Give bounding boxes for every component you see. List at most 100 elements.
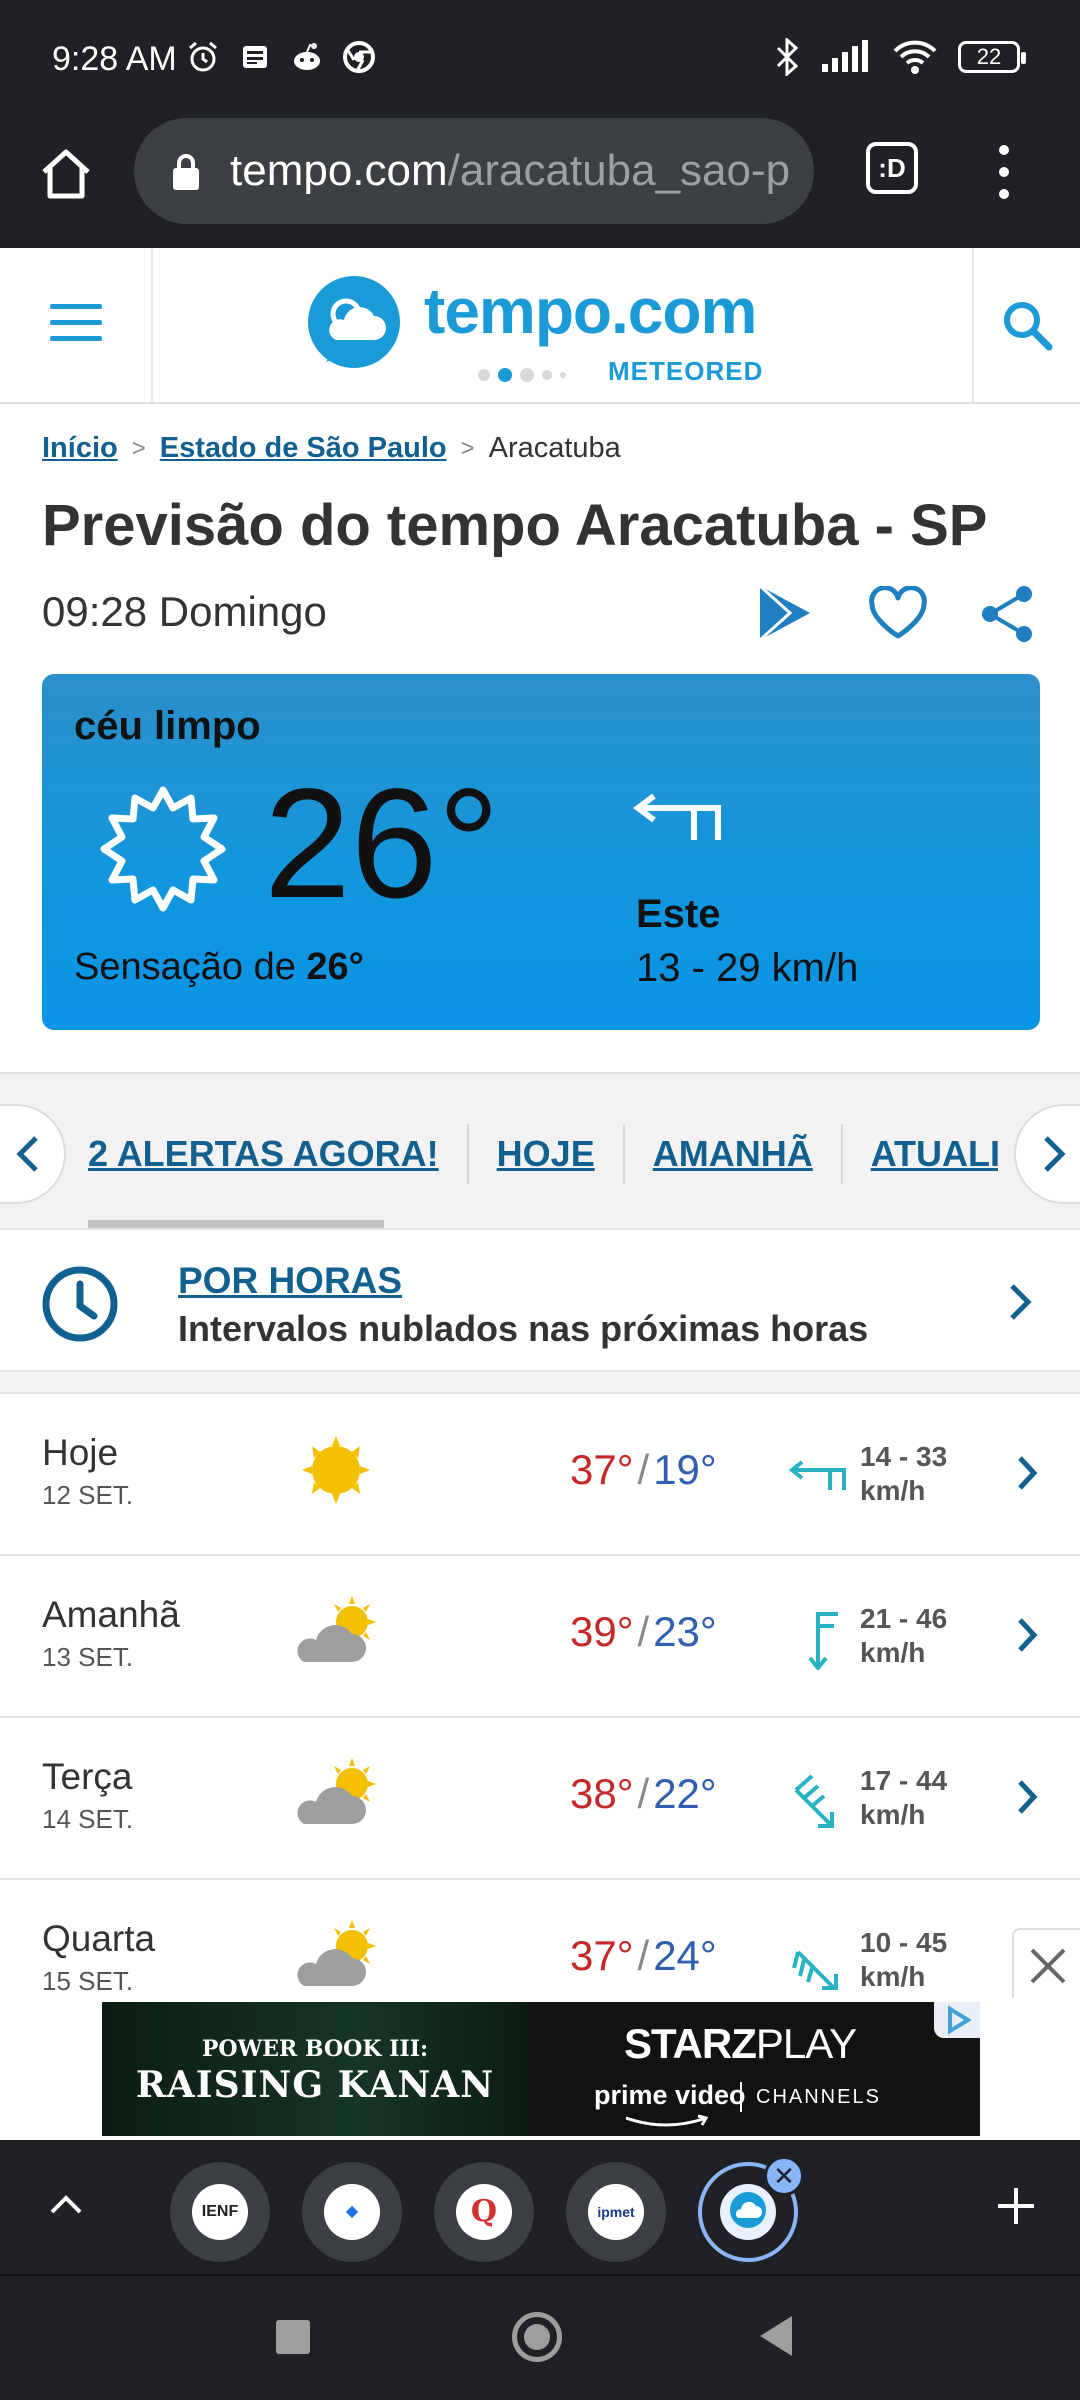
battery-icon: 22 — [958, 41, 1026, 73]
local-datetime: 09:28 Domingo — [42, 588, 327, 635]
forecast-wind-range: 14 - 33 — [860, 1441, 948, 1472]
breadcrumb-link-state[interactable]: Estado de São Paulo — [160, 432, 447, 465]
ad-close-button[interactable] — [1012, 1928, 1080, 2000]
chevron-right-icon — [1018, 1618, 1038, 1652]
tab-favicon: ipmet — [588, 2184, 644, 2240]
feels-like-value: 26° — [306, 946, 364, 988]
forecast-day: Hoje — [42, 1432, 119, 1473]
tab-updates[interactable]: ATUALI — [843, 1124, 998, 1184]
carousel-dot — [478, 369, 490, 381]
logo-cloud-icon — [308, 276, 400, 368]
forecast-date: 15 SET. — [42, 1966, 134, 1996]
close-tab-button[interactable]: ✕ — [764, 2156, 804, 2196]
ad-creative[interactable]: POWER BOOK III: RAISING KANAN STARZPLAY … — [102, 2002, 980, 2136]
chevron-right-icon — [1018, 1456, 1038, 1490]
ad-divider — [740, 2082, 742, 2112]
forecast-row[interactable]: Terça 14 SET. 38°/22° 17 - 44 km/h — [0, 1718, 1080, 1880]
tab-group-bar: IENF ◆ Q ipmet tempo ✕ — [0, 2140, 1080, 2274]
wind-northwest-icon — [792, 1950, 838, 1990]
tab-group-item[interactable]: Q — [434, 2162, 534, 2262]
forecast-wind-unit: km/h — [860, 1475, 926, 1506]
forecast-date: 13 SET. — [42, 1642, 134, 1672]
current-temperature: 26° — [264, 757, 500, 931]
forecast-row[interactable]: Hoje 12 SET. 37°/19° 14 - 33 km/h — [0, 1394, 1080, 1556]
logo-wordmark: tempo.com — [424, 275, 757, 347]
ad-show-title: RAISING KANAN — [135, 2064, 495, 2106]
temp-max: 38° — [570, 1770, 634, 1817]
tab-favicon: Q — [456, 2184, 512, 2240]
forecast-wind-unit: km/h — [860, 1961, 926, 1992]
favorite-icon[interactable] — [868, 586, 928, 642]
forecast-date: 14 SET. — [42, 1804, 134, 1834]
tempo-favicon-icon — [730, 2192, 766, 2228]
prime-smile-icon — [625, 2114, 709, 2127]
forecast-row[interactable]: Amanhã 13 SET. 39°/23° 21 - 46 km/h — [0, 1556, 1080, 1718]
temp-max: 37° — [570, 1932, 634, 1979]
tab-today[interactable]: HOJE — [469, 1124, 625, 1184]
wind-east-icon — [788, 1460, 846, 1490]
hourly-subtitle: Intervalos nublados nas próximas horas — [178, 1308, 869, 1349]
carousel-dot-active — [498, 368, 512, 382]
tabs-scroll-indicator — [88, 1220, 384, 1228]
forecast-row[interactable]: Quarta 15 SET. 37°/24° 10 - 45 km/h — [0, 1880, 1080, 1998]
recents-icon[interactable] — [276, 2320, 310, 2354]
tab-favicon: ◆ — [324, 2184, 380, 2240]
share-icon[interactable] — [980, 584, 1034, 644]
tab-group-item[interactable]: IENF — [170, 2162, 270, 2262]
wifi-icon — [893, 40, 937, 74]
forecast-day: Quarta — [42, 1918, 156, 1959]
wind-east-icon — [633, 794, 721, 840]
play-store-icon[interactable] — [756, 582, 814, 644]
chevron-right-icon — [1018, 1780, 1038, 1814]
ad-channels: CHANNELS — [756, 2086, 881, 2108]
tab-group-item[interactable]: ipmet — [566, 2162, 666, 2262]
search-button[interactable] — [972, 248, 1080, 402]
close-icon — [1030, 1948, 1066, 1984]
home-icon[interactable] — [36, 144, 96, 204]
ad-starzplay-logo: STARZPLAY — [624, 2020, 857, 2068]
breadcrumb-link-home[interactable]: Início — [42, 432, 118, 465]
forecast-wind-unit: km/h — [860, 1799, 926, 1830]
carousel-dot — [560, 372, 566, 378]
chevron-up-icon[interactable] — [46, 2184, 86, 2224]
forecast-temps: 37°/19° — [570, 1446, 717, 1494]
current-weather-card[interactable]: céu limpo 26° Sensação de 26° Este 13 - … — [42, 674, 1040, 1030]
clock-icon — [42, 1266, 118, 1342]
wind-north-icon — [808, 1612, 838, 1670]
chevron-right-icon — [1044, 1136, 1066, 1172]
forecast-wind-range: 17 - 44 — [860, 1765, 948, 1796]
forecast-temps: 39°/23° — [570, 1608, 717, 1656]
ad-show-panel: POWER BOOK III: RAISING KANAN — [102, 2002, 528, 2136]
menu-button[interactable] — [0, 248, 153, 402]
forecast-wind: 10 - 45 km/h — [860, 1926, 947, 1994]
breadcrumb-current: Aracatuba — [488, 432, 621, 464]
browser-toolbar: tempo.com/aracatuba_sao-p :D — [0, 118, 1080, 248]
tab-group-item-active[interactable]: tempo ✕ — [698, 2156, 804, 2262]
status-time: 9:28 AM — [52, 40, 177, 78]
add-tab-icon[interactable] — [994, 2184, 1038, 2228]
hamburger-line — [50, 304, 102, 309]
system-navigation-bar — [0, 2274, 1080, 2400]
feels-like-label: Sensação de — [74, 946, 296, 988]
carousel-dots — [478, 368, 566, 382]
home-nav-icon[interactable] — [512, 2312, 562, 2362]
address-bar[interactable]: tempo.com/aracatuba_sao-p — [134, 118, 814, 224]
tabs-scroll-right[interactable] — [1014, 1104, 1080, 1204]
temp-min: 22° — [653, 1770, 717, 1817]
more-vert-icon[interactable] — [990, 140, 1018, 204]
tab-alerts[interactable]: 2 ALERTAS AGORA! — [88, 1124, 469, 1184]
tab-group-item[interactable]: ◆ — [302, 2162, 402, 2262]
adchoices-icon[interactable] — [934, 2002, 980, 2038]
temp-separator: / — [637, 1608, 650, 1655]
back-icon[interactable] — [760, 2316, 792, 2356]
ad-banner[interactable]: POWER BOOK III: RAISING KANAN STARZPLAY … — [0, 1998, 1080, 2140]
lock-icon — [173, 154, 199, 190]
hourly-forecast-link[interactable]: POR HORAS Intervalos nublados nas próxim… — [0, 1230, 1080, 1372]
forecast-wind-range: 10 - 45 — [860, 1927, 948, 1958]
hourly-title[interactable]: POR HORAS — [178, 1260, 402, 1302]
url-text[interactable]: tempo.com/aracatuba_sao-p — [230, 146, 790, 196]
tabs-scroll-left[interactable] — [0, 1104, 66, 1204]
tab-tomorrow[interactable]: AMANHÃ — [625, 1124, 843, 1184]
tab-switcher-button[interactable]: :D — [866, 142, 918, 194]
daily-forecast-list: Hoje 12 SET. 37°/19° 14 - 33 km/h Amanhã … — [0, 1394, 1080, 1998]
